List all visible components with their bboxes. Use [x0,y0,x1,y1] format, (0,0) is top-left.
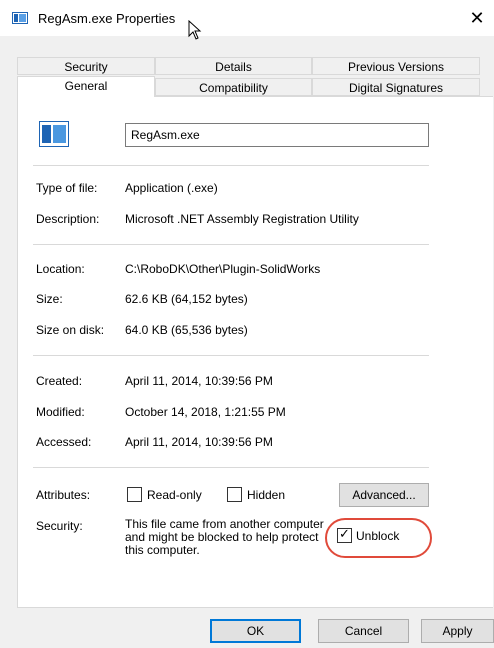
tab-security[interactable]: Security [17,57,155,75]
tab-digital-signatures[interactable]: Digital Signatures [312,78,480,96]
readonly-checkbox[interactable] [127,487,142,502]
mouse-cursor-icon [188,20,202,40]
type-label: Type of file: [36,181,98,195]
attributes-label: Attributes: [36,488,91,502]
cancel-button[interactable]: Cancel [318,619,409,643]
readonly-label[interactable]: Read-only [147,488,202,502]
title-bar: RegAsm.exe Properties ✕ [0,0,494,40]
window-title: RegAsm.exe Properties [38,11,176,26]
app-icon [12,12,28,24]
location-label: Location: [36,262,85,276]
file-name-input[interactable] [125,123,429,147]
tab-compatibility[interactable]: Compatibility [155,78,312,96]
close-icon: ✕ [469,8,485,28]
separator [33,467,429,468]
modified-value: October 14, 2018, 1:21:55 PM [125,405,286,419]
size-value: 62.6 KB (64,152 bytes) [125,292,248,306]
description-label: Description: [36,212,100,226]
tab-general[interactable]: General [17,76,155,97]
security-label: Security: [36,519,83,533]
separator [33,244,429,245]
separator [33,355,429,356]
ok-button[interactable]: OK [210,619,301,643]
apply-button[interactable]: Apply [421,619,494,643]
unblock-checkbox[interactable]: ✓ [337,526,352,543]
executable-file-icon [39,121,69,147]
advanced-button[interactable]: Advanced... [339,483,429,507]
close-button[interactable]: ✕ [460,0,494,36]
size-on-disk-value: 64.0 KB (65,536 bytes) [125,323,248,337]
created-label: Created: [36,374,83,388]
type-value: Application (.exe) [125,181,218,195]
accessed-label: Accessed: [36,435,92,449]
size-on-disk-label: Size on disk: [36,323,105,337]
location-value: C:\RoboDK\Other\Plugin-SolidWorks [125,262,321,276]
modified-label: Modified: [36,405,85,419]
separator [33,165,429,166]
hidden-checkbox[interactable] [227,487,242,502]
size-label: Size: [36,292,63,306]
description-value: Microsoft .NET Assembly Registration Uti… [125,212,359,226]
security-message: This file came from another computer and… [125,517,324,557]
unblock-label[interactable]: Unblock [356,529,399,543]
tab-previous-versions[interactable]: Previous Versions [312,57,480,75]
checkmark-icon: ✓ [339,526,350,541]
created-value: April 11, 2014, 10:39:56 PM [125,374,273,388]
tab-details[interactable]: Details [155,57,312,75]
accessed-value: April 11, 2014, 10:39:56 PM [125,435,273,449]
hidden-label[interactable]: Hidden [247,488,285,502]
